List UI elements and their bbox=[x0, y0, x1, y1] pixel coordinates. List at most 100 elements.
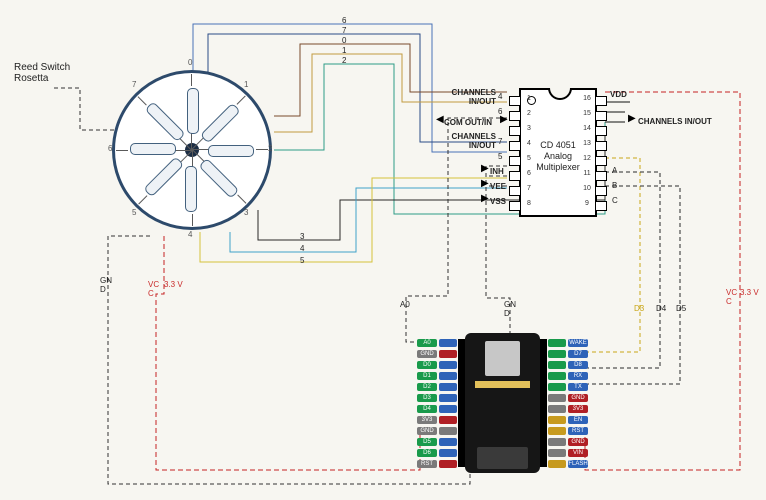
ic-pin-8: 8 bbox=[523, 200, 535, 207]
mcu-right-label-2: D8 bbox=[568, 361, 588, 369]
ic-pin-14: 14 bbox=[581, 125, 593, 132]
mcu-left-label-5: D3 bbox=[417, 394, 437, 402]
ic-pin-9: 9 bbox=[581, 200, 593, 207]
mcu-left-pin-9 bbox=[439, 438, 457, 446]
ic-desc: Analog Multiplexer bbox=[536, 151, 580, 172]
mcu-right-label-0: WAKE bbox=[568, 339, 588, 347]
mcu-left-pin-4 bbox=[439, 383, 457, 391]
ic-lbl-ch-in-out-1: CHANNELS IN/OUT bbox=[446, 88, 496, 106]
bus-lbl-4: 4 bbox=[300, 244, 304, 253]
rosetta-label: Reed Switch Rosetta bbox=[14, 62, 70, 84]
mcu-left-pin-5 bbox=[439, 394, 457, 402]
bus-lbl-3: 3 bbox=[300, 232, 304, 241]
ic-pin-12: 12 bbox=[581, 155, 593, 162]
net-gnd-left: GN D bbox=[100, 276, 112, 294]
mcu-right-pin-4 bbox=[548, 383, 566, 391]
ic-pin-3: 3 bbox=[523, 125, 535, 132]
mcu-left-label-3: D1 bbox=[417, 372, 437, 380]
ic-cd4051: CD 4051Analog Multiplexer 1 2 3 4 5 6 7 … bbox=[519, 88, 597, 217]
ic-lbl-ch-in-out-2: CHANNELS IN/OUT bbox=[446, 132, 496, 150]
ic-pin-7: 7 bbox=[523, 185, 535, 192]
ic-pin-6: 6 bbox=[523, 170, 535, 177]
mcu-left-pin-3 bbox=[439, 372, 457, 380]
ic-lbl-inh: INH bbox=[490, 167, 504, 176]
ic-part: CD 4051 bbox=[540, 140, 576, 150]
bus-lbl-7: 7 bbox=[342, 26, 346, 35]
bus-lbl-2: 2 bbox=[342, 56, 346, 65]
ic-pin-2: 2 bbox=[523, 110, 535, 117]
mcu-left-pin-8 bbox=[439, 427, 457, 435]
ic-pin-11: 11 bbox=[581, 170, 593, 177]
rosetta-num-0: 0 bbox=[188, 58, 192, 67]
mcu-right-pin-10 bbox=[548, 449, 566, 457]
bus-lbl-5: 5 bbox=[300, 256, 304, 265]
ic-lbl-p4n: 7 bbox=[498, 137, 502, 146]
ic-pin-5: 5 bbox=[523, 155, 535, 162]
net-a0: A0 bbox=[400, 300, 410, 309]
mcu-left-pin-2 bbox=[439, 361, 457, 369]
mcu-right-pin-7 bbox=[548, 416, 566, 424]
mcu-right-label-6: 3V3 bbox=[568, 405, 588, 413]
mcu-left-pin-0 bbox=[439, 339, 457, 347]
rosetta-num-2: 2 bbox=[268, 144, 272, 153]
mcu-left-label-0: A0 bbox=[417, 339, 437, 347]
mcu-left-pin-6 bbox=[439, 405, 457, 413]
mcu-right-label-4: TX bbox=[568, 383, 588, 391]
ic-lbl-c: C bbox=[612, 196, 618, 205]
mcu-left-pin-11 bbox=[439, 460, 457, 468]
mcu-right-pin-1 bbox=[548, 350, 566, 358]
mcu-right-pin-0 bbox=[548, 339, 566, 347]
rosetta-num-7: 7 bbox=[132, 80, 136, 89]
ic-lbl-p1n: 4 bbox=[498, 92, 502, 101]
net-gnd-mid: GN D bbox=[504, 300, 516, 318]
mcu-left-label-6: D4 bbox=[417, 405, 437, 413]
rosetta-num-5: 5 bbox=[132, 208, 136, 217]
wiring-diagram: Reed Switch Rosetta 0 1 2 3 4 5 6 7 6 7 … bbox=[0, 0, 766, 500]
net-33v-left: 3.3 V bbox=[164, 280, 183, 289]
bus-lbl-6: 6 bbox=[342, 16, 346, 25]
ic-pin-4: 4 bbox=[523, 140, 535, 147]
rosetta-num-6: 6 bbox=[108, 144, 112, 153]
rosetta-num-4: 4 bbox=[188, 230, 192, 239]
bus-lbl-1: 1 bbox=[342, 46, 346, 55]
mcu-left-pin-1 bbox=[439, 350, 457, 358]
net-vcc-right: VC C bbox=[726, 288, 737, 306]
net-vcc-left: VC C bbox=[148, 280, 159, 298]
mcu-right-pin-6 bbox=[548, 405, 566, 413]
mcu-left-label-8: GND bbox=[417, 427, 437, 435]
ic-pin-13: 13 bbox=[581, 140, 593, 147]
ic-pin-1: 1 bbox=[523, 95, 535, 102]
ic-pin-15: 15 bbox=[581, 110, 593, 117]
bus-lbl-0: 0 bbox=[342, 36, 346, 45]
ic-pin-16: 16 bbox=[581, 95, 593, 102]
mcu-right-label-3: RX bbox=[568, 372, 588, 380]
net-d5: D5 bbox=[676, 304, 686, 313]
mcu-right-pin-11 bbox=[548, 460, 566, 468]
mcu-left-label-10: D6 bbox=[417, 449, 437, 457]
mcu-right-pin-8 bbox=[548, 427, 566, 435]
mcu-left-label-9: D5 bbox=[417, 438, 437, 446]
rosetta-num-1: 1 bbox=[244, 80, 248, 89]
mcu-left-pin-7 bbox=[439, 416, 457, 424]
ic-lbl-b: B bbox=[612, 181, 617, 190]
mcu-right-label-9: GND bbox=[568, 438, 588, 446]
mcu-left-label-7: 3V3 bbox=[417, 416, 437, 424]
mcu-right-label-8: RST bbox=[568, 427, 588, 435]
reed-switch-rosetta: 0 1 2 3 4 5 6 7 bbox=[112, 70, 272, 230]
mcu-left-pin-10 bbox=[439, 449, 457, 457]
rosetta-num-3: 3 bbox=[244, 208, 248, 217]
mcu-nodemcu: A0GNDD0D1D2D3D43V3GNDD5D6RSTWAKED7D8RXTX… bbox=[425, 333, 580, 473]
ic-lbl-vee: VEE bbox=[490, 182, 506, 191]
ic-lbl-vss: VSS bbox=[490, 197, 506, 206]
ic-lbl-ch-in-out-r: CHANNELS IN/OUT bbox=[638, 117, 712, 126]
mcu-right-label-7: EN bbox=[568, 416, 588, 424]
mcu-right-label-11: FLASH bbox=[568, 460, 588, 468]
mcu-right-pin-2 bbox=[548, 361, 566, 369]
mcu-right-label-10: VIN bbox=[568, 449, 588, 457]
mcu-left-label-2: D0 bbox=[417, 361, 437, 369]
ic-pin-10: 10 bbox=[581, 185, 593, 192]
mcu-right-pin-5 bbox=[548, 394, 566, 402]
mcu-right-label-1: D7 bbox=[568, 350, 588, 358]
mcu-left-label-11: RST bbox=[417, 460, 437, 468]
net-d4: D4 bbox=[656, 304, 666, 313]
